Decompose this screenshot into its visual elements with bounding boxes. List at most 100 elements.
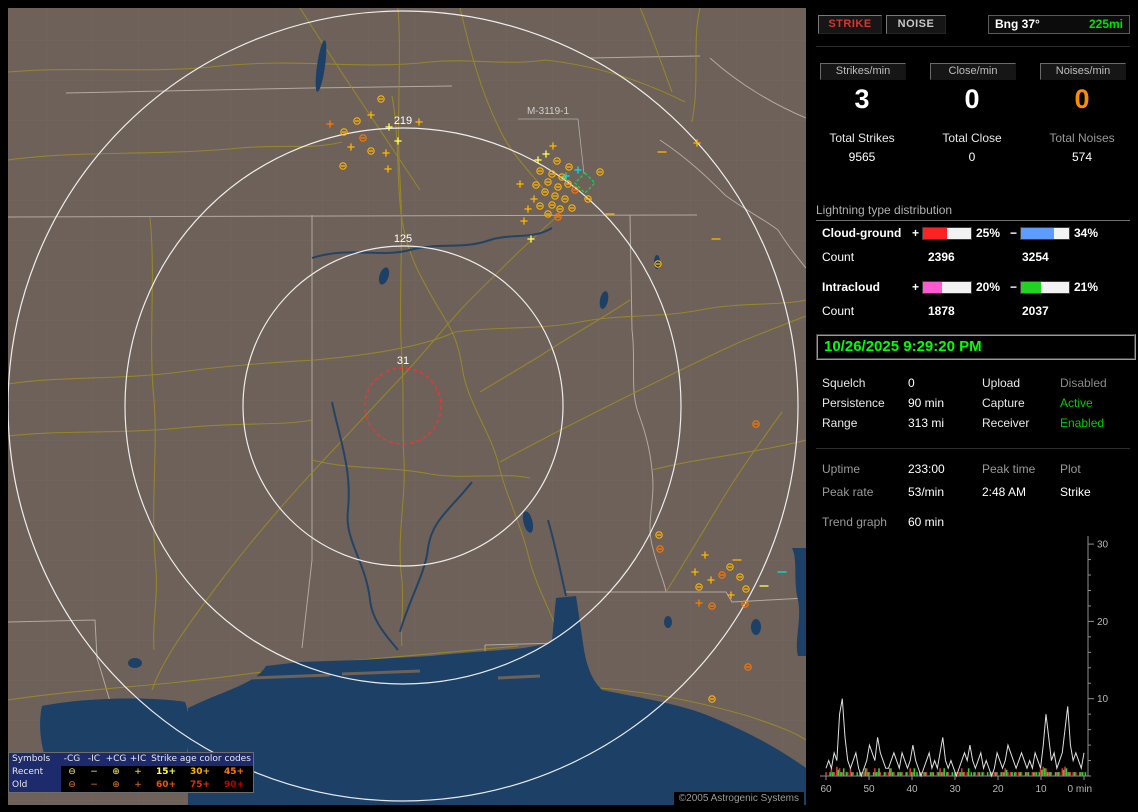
- ring-label-31: 31: [397, 355, 409, 367]
- legend-col-cg-neg: -CG: [63, 754, 81, 764]
- ic-positive-pct: 20%: [976, 280, 1001, 294]
- peaktime-value: 2:48 AM: [982, 485, 1027, 499]
- legend-symbols-header: Symbols: [9, 753, 61, 766]
- intracloud-row: Intracloud + 20% − 21%: [812, 280, 1138, 294]
- plot-mode-value: Strike: [1060, 485, 1091, 499]
- bearing-display: Bng 37° 225mi: [988, 15, 1130, 34]
- squelch-label: Squelch: [822, 376, 866, 390]
- legend-age-header: Strike age color codes: [151, 754, 251, 764]
- ic-negative-pct: 21%: [1074, 280, 1099, 294]
- legend-symbol-cg-pos: ⊕: [112, 780, 120, 790]
- legend-symbol-cg-neg: ⊖: [68, 780, 76, 790]
- legend-age-code: 45+: [223, 767, 245, 777]
- noises-per-min-button[interactable]: Noises/min: [1040, 63, 1126, 80]
- trend-strike-line: [825, 698, 1085, 778]
- storm-track-label: M-3119-1: [527, 106, 569, 117]
- legend-age-code: 90+: [223, 780, 245, 790]
- trend-graph-label: Trend graph: [822, 515, 887, 529]
- copyright-credit: ©2005 Astrogenic Systems: [673, 792, 804, 805]
- persistence-value: 90 min: [908, 396, 945, 410]
- count-label: Count: [822, 250, 855, 264]
- total-close-value: 0: [968, 150, 976, 164]
- upload-status: Disabled: [1060, 376, 1107, 390]
- legend-age-group-label: Recent: [9, 766, 61, 779]
- legend-row-recent: Recent ⊖ − ⊕ +15+ 30+ 45+: [9, 766, 253, 779]
- uptime-value: 233:00: [908, 462, 945, 476]
- legend-row-old: Old ⊖ − ⊕ +60+ 75+ 90+: [9, 779, 253, 792]
- minus-sign: −: [1010, 226, 1018, 240]
- strike-mode-button[interactable]: STRIKE: [818, 15, 882, 34]
- trend-y-tick-label: 20: [1097, 617, 1109, 628]
- intracloud-label: Intracloud: [822, 280, 881, 294]
- legend-symbol-ic-pos: +: [134, 767, 142, 777]
- trend-x-tick-label: 40: [906, 784, 918, 795]
- map-canvas: 313 219 125 31 M-3119-1: [8, 8, 806, 805]
- upload-label: Upload: [982, 376, 1021, 390]
- total-strikes-label: Total Strikes: [829, 131, 895, 145]
- legend-symbol-ic-neg: −: [90, 780, 98, 790]
- ic-negative-count: 2037: [1022, 304, 1049, 318]
- count-label: Count: [822, 304, 855, 318]
- trend-x-tick-label: 30: [949, 784, 961, 795]
- ring-label-313: 313: [394, 8, 412, 10]
- strikes-per-min-value: 3: [854, 84, 870, 114]
- cg-positive-bar: [922, 227, 972, 240]
- capture-label: Capture: [982, 396, 1025, 410]
- legend-symbol-ic-neg: −: [90, 767, 98, 777]
- ring-label-125: 125: [394, 233, 412, 245]
- range-label: Range: [822, 416, 858, 430]
- peakrate-value: 53/min: [908, 485, 945, 499]
- capture-status: Active: [1060, 396, 1093, 410]
- cg-positive-count: 2396: [928, 250, 955, 264]
- plus-sign: +: [912, 226, 920, 240]
- receiver-status: Enabled: [1060, 416, 1105, 430]
- cloud-ground-count-row: Count 2396 3254: [812, 250, 1138, 264]
- total-close-label: Total Close: [942, 131, 1002, 145]
- strikes-per-min-button[interactable]: Strikes/min: [820, 63, 906, 80]
- legend-col-ic-neg: -IC: [87, 754, 101, 764]
- trend-x-tick-label: 50: [863, 784, 875, 795]
- trend-x-tick-label: 60: [820, 784, 832, 795]
- separator: [816, 448, 1130, 449]
- cg-negative-count: 3254: [1022, 250, 1049, 264]
- total-noises-value: 574: [1071, 150, 1093, 164]
- squelch-value: 0: [908, 376, 915, 390]
- stormvue-app: 313 219 125 31 M-3119-1 Symbols -CG -IC +CG …: [0, 0, 1138, 812]
- status-panel: STRIKE NOISE Bng 37° 225mi Strikes/min C…: [812, 0, 1138, 812]
- legend-col-cg-pos: +CG: [105, 754, 127, 764]
- legend-age-code: 15+: [155, 767, 177, 777]
- close-per-min-button[interactable]: Close/min: [930, 63, 1016, 80]
- ring-label-219: 219: [394, 115, 412, 127]
- total-strikes-value: 9565: [848, 150, 876, 164]
- trend-x-tick-label: 20: [992, 784, 1004, 795]
- noises-per-min-value: 0: [1074, 84, 1090, 114]
- total-noises-label: Total Noises: [1049, 131, 1115, 145]
- ic-positive-count: 1878: [928, 304, 955, 318]
- receiver-label: Receiver: [982, 416, 1030, 430]
- legend-symbol-cg-pos: ⊕: [112, 767, 120, 777]
- cloud-ground-label: Cloud-ground: [822, 226, 902, 240]
- strike-legend: Symbols -CG -IC +CG +IC Strike age color…: [8, 752, 254, 793]
- minus-sign: −: [1010, 280, 1018, 294]
- cg-negative-bar: [1020, 227, 1070, 240]
- distribution-title: Lightning type distribution: [816, 203, 1130, 221]
- peakrate-label: Peak rate: [822, 485, 874, 499]
- close-per-min-value: 0: [964, 84, 980, 114]
- trend-y-tick-label: 10: [1097, 694, 1109, 705]
- lightning-map[interactable]: 313 219 125 31 M-3119-1 Symbols -CG -IC +CG …: [8, 8, 806, 805]
- bearing-value: Bng 37°: [995, 17, 1040, 31]
- separator: [816, 46, 1130, 47]
- ic-positive-bar: [922, 281, 972, 294]
- bearing-range-value: 225mi: [1088, 17, 1123, 31]
- cg-positive-pct: 25%: [976, 226, 1001, 240]
- trend-graph: 10 20 30 60 50 40 30 20 10 0 min: [820, 536, 1109, 795]
- legend-symbol-ic-pos: +: [134, 780, 142, 790]
- cg-negative-pct: 34%: [1074, 226, 1099, 240]
- uptime-label: Uptime: [822, 462, 861, 476]
- plus-sign: +: [912, 280, 920, 294]
- legend-col-ic-pos: +IC: [129, 754, 147, 764]
- noise-mode-button[interactable]: NOISE: [886, 15, 946, 34]
- range-value: 313 mi: [908, 416, 945, 430]
- legend-header-row: Symbols -CG -IC +CG +IC Strike age color…: [9, 753, 253, 766]
- legend-age-code: 30+: [189, 767, 211, 777]
